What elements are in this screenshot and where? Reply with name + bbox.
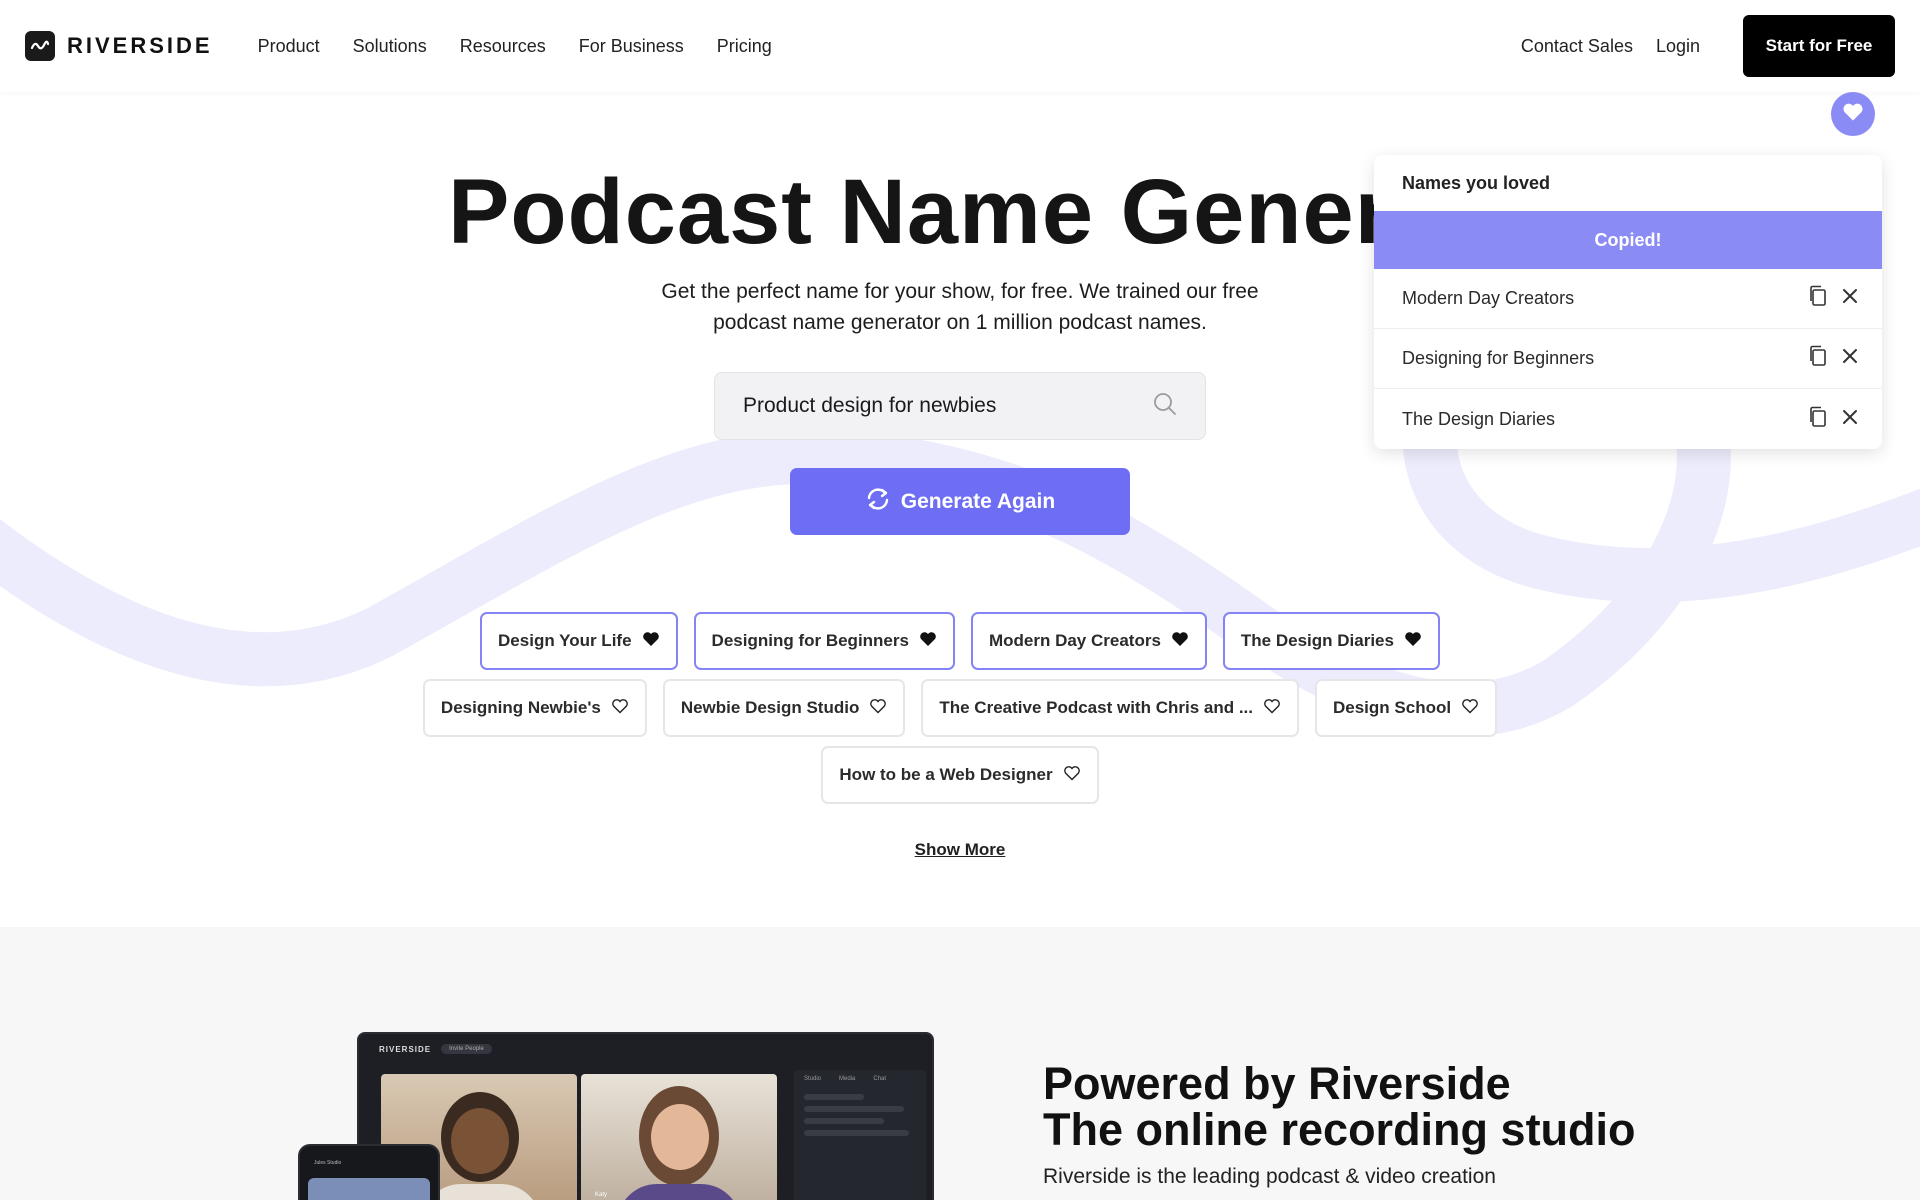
start-for-free-button[interactable]: Start for Free <box>1743 15 1895 77</box>
loved-name-label: Modern Day Creators <box>1402 288 1575 308</box>
heart-outline-icon[interactable] <box>1063 765 1081 786</box>
copy-icon[interactable] <box>1808 345 1828 372</box>
name-chip-label: Newbie Design Studio <box>680 698 860 717</box>
generate-again-button[interactable]: Generate Again <box>790 468 1130 535</box>
loved-name-label: Designing for Beginners <box>1402 348 1595 368</box>
powered-by-title: Powered by Riverside The online recordin… <box>1043 1061 1636 1153</box>
riverside-logo-icon <box>25 31 55 61</box>
page-subtitle: Get the perfect name for your show, for … <box>661 280 1259 334</box>
nav-link-product[interactable]: Product <box>258 36 320 57</box>
name-chip[interactable]: The Design Diaries <box>1222 612 1440 670</box>
powered-by-description: Riverside is the leading podcast & video… <box>1043 1165 1496 1188</box>
show-more-link[interactable]: Show More <box>0 840 1920 860</box>
mobile-device-preview: Jules Studio <box>298 1144 440 1200</box>
name-chip[interactable]: Design Your Life <box>480 612 678 670</box>
top-nav: RIVERSIDE Product Solutions Resources Fo… <box>0 0 1920 92</box>
name-chip-label: Modern Day Creators <box>988 631 1161 650</box>
powered-by-title-line-2: The online recording studio <box>1043 1104 1636 1155</box>
name-chip-label: How to be a Web Designer <box>839 765 1053 784</box>
name-chips-row-3: How to be a Web Designer <box>0 746 1920 804</box>
generate-again-label: Generate Again <box>900 489 1056 513</box>
name-chip-label: Design Your Life <box>498 631 632 650</box>
login-link[interactable]: Login <box>1656 36 1700 57</box>
topic-search-field[interactable]: Product design for newbies <box>714 372 1206 440</box>
close-icon[interactable] <box>1842 288 1858 309</box>
loved-names-toggle-button[interactable] <box>1831 92 1875 136</box>
heart-filled-icon[interactable] <box>1171 631 1189 652</box>
heart-filled-icon[interactable] <box>1404 631 1422 652</box>
loved-names-title: Names you loved <box>1402 172 1551 193</box>
heart-filled-icon[interactable] <box>642 631 660 652</box>
name-chip-label: Design School <box>1333 698 1452 717</box>
studio-screenshot: RIVERSIDE Invite People Katy Studio Medi… <box>357 1032 934 1200</box>
nav-link-solutions[interactable]: Solutions <box>353 36 427 57</box>
phone-label: Jules Studio <box>314 1160 342 1166</box>
name-chip[interactable]: Design School <box>1315 679 1498 737</box>
name-chip-label: Designing Newbie's <box>440 698 601 717</box>
loved-name-item: The Design Diaries <box>1374 389 1882 449</box>
powered-by-section: RIVERSIDE Invite People Katy Studio Medi… <box>0 927 1920 1200</box>
invite-pill: Invite People <box>441 1044 492 1054</box>
nav-right: Contact Sales Login Start for Free <box>1521 15 1895 77</box>
copy-icon[interactable] <box>1808 406 1828 433</box>
name-chip[interactable]: Newbie Design Studio <box>662 679 906 737</box>
name-chip-label: The Creative Podcast with Chris and ... <box>939 698 1253 717</box>
participant-name: Katy <box>595 1192 608 1198</box>
heart-filled-icon[interactable] <box>919 631 937 652</box>
nav-link-pricing[interactable]: Pricing <box>717 36 772 57</box>
heart-filled-icon <box>1842 102 1864 127</box>
search-icon[interactable] <box>1153 392 1177 421</box>
powered-by-title-line-1: Powered by Riverside <box>1043 1058 1511 1109</box>
name-chip-label: The Design Diaries <box>1240 631 1394 650</box>
name-chip-label: Designing for Beginners <box>711 631 909 650</box>
brand-name: RIVERSIDE <box>67 33 213 58</box>
nav-link-resources[interactable]: Resources <box>460 36 546 57</box>
nav-links: Product Solutions Resources For Business… <box>258 36 772 57</box>
copy-icon[interactable] <box>1808 285 1828 312</box>
nav-link-for-business[interactable]: For Business <box>579 36 684 57</box>
contact-sales-link[interactable]: Contact Sales <box>1521 36 1633 57</box>
loved-name-item: Modern Day Creators <box>1374 269 1882 329</box>
name-chips-row-2: Designing Newbie's Newbie Design Studio … <box>0 679 1920 737</box>
refresh-icon <box>865 487 891 517</box>
media-tab: Media <box>839 1076 856 1082</box>
copied-banner: Copied! <box>1374 211 1882 269</box>
loved-names-panel: Names you loved Copied! Modern Day Creat… <box>1374 155 1882 449</box>
participant-video-tile: Katy <box>581 1074 777 1200</box>
loved-name-item: Designing for Beginners <box>1374 329 1882 389</box>
studio-tab: Studio <box>804 1076 822 1082</box>
name-chip[interactable]: Modern Day Creators <box>970 612 1207 670</box>
studio-side-panel: Studio Media Chat <box>794 1070 926 1200</box>
loved-name-label: The Design Diaries <box>1402 408 1556 429</box>
device-brand: RIVERSIDE <box>379 1044 432 1054</box>
name-chip[interactable]: Designing for Beginners <box>693 612 955 670</box>
chat-tab: Chat <box>873 1076 887 1082</box>
name-chip[interactable]: How to be a Web Designer <box>821 746 1099 804</box>
search-input-value[interactable]: Product design for newbies <box>743 394 1153 418</box>
heart-outline-icon[interactable] <box>1461 698 1479 719</box>
name-chips-row-1: Design Your Life Designing for Beginners… <box>0 612 1920 670</box>
heart-outline-icon[interactable] <box>611 698 629 719</box>
riverside-logo[interactable]: RIVERSIDE <box>25 31 213 61</box>
name-chip[interactable]: The Creative Podcast with Chris and ... <box>921 679 1299 737</box>
close-icon[interactable] <box>1842 409 1858 430</box>
close-icon[interactable] <box>1842 348 1858 369</box>
name-chip[interactable]: Designing Newbie's <box>422 679 647 737</box>
heart-outline-icon[interactable] <box>1263 698 1281 719</box>
heart-outline-icon[interactable] <box>869 698 887 719</box>
